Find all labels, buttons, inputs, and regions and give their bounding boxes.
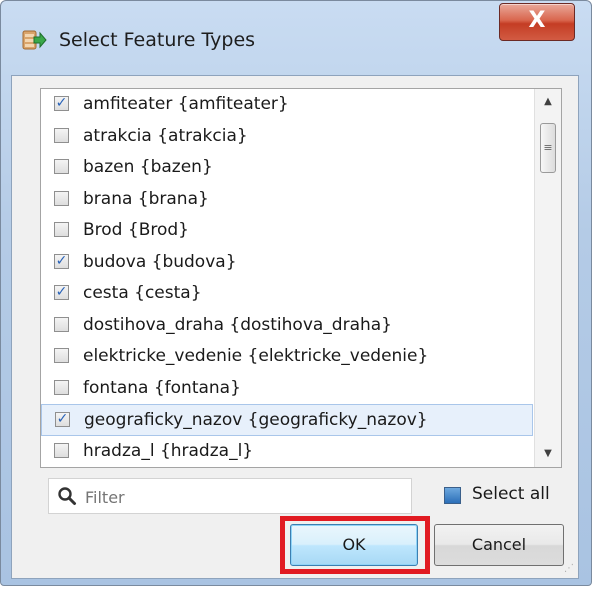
item-label: budova {budova} <box>83 251 237 272</box>
item-checkbox[interactable]: ✓ <box>54 285 69 300</box>
cancel-button[interactable]: Cancel <box>434 524 564 566</box>
scroll-thumb[interactable]: ≡ <box>540 123 556 173</box>
item-checkbox[interactable] <box>54 190 69 206</box>
window-title: Select Feature Types <box>59 29 256 51</box>
item-checkbox[interactable] <box>54 316 69 332</box>
item-checkbox[interactable] <box>54 159 69 174</box>
close-button[interactable]: X <box>499 3 575 41</box>
feature-type-list[interactable]: ✓ amfiteater {amfiteater} atrakcia {atrakc… <box>40 88 562 468</box>
select-all-label: Select all <box>472 484 550 504</box>
list-item[interactable]: elektricke_vedenie {elektricke_vedenie} <box>41 341 535 373</box>
vertical-scrollbar[interactable]: ▲ ≡ ▼ <box>534 89 561 467</box>
list-item[interactable]: hradza_l {hradza_l} <box>41 436 535 468</box>
select-all-box[interactable] <box>444 487 461 504</box>
item-label: brana {brana} <box>83 188 209 209</box>
filter-field[interactable] <box>48 478 412 515</box>
resize-grip-icon[interactable]: ⋰ <box>564 563 574 574</box>
list-item[interactable]: atrakcia {atrakcia} <box>41 121 535 153</box>
scroll-up-icon[interactable]: ▲ <box>535 89 561 115</box>
list-item[interactable]: Brod {Brod} <box>41 215 535 247</box>
item-label: dostihova_draha {dostihova_draha} <box>83 314 392 335</box>
item-checkbox[interactable]: ✓ <box>54 96 69 111</box>
list-item[interactable]: dostihova_draha {dostihova_draha} <box>41 310 535 342</box>
dialog-window: Select Feature Types X ✓ amfiteater {amfi… <box>0 0 592 586</box>
list-items: ✓ amfiteater {amfiteater} atrakcia {atrakc… <box>41 89 535 467</box>
item-label: elektricke_vedenie {elektricke_vedenie} <box>83 346 429 366</box>
item-label: hradza_l {hradza_l} <box>83 440 254 461</box>
item-checkbox[interactable] <box>54 379 69 395</box>
scroll-down-icon[interactable]: ▼ <box>535 441 561 467</box>
dialog-content: ✓ amfiteater {amfiteater} atrakcia {atrakc… <box>11 75 579 579</box>
title-bar[interactable]: Select Feature Types X <box>1 1 591 75</box>
list-item[interactable]: ✓ amfiteater {amfiteater} <box>41 89 535 121</box>
list-item[interactable]: ✓ geograficky_nazov {geograficky_nazov} <box>41 404 533 436</box>
item-label: fontana {fontana} <box>83 377 241 398</box>
list-item[interactable]: bazen {bazen} <box>41 152 535 184</box>
item-checkbox[interactable] <box>54 348 69 363</box>
list-item[interactable]: ✓ budova {budova} <box>41 247 535 279</box>
item-checkbox[interactable] <box>54 222 69 237</box>
item-label: geograficky_nazov {geograficky_nazov} <box>84 410 428 430</box>
item-checkbox[interactable] <box>54 442 69 458</box>
table-arrow-icon <box>22 30 47 50</box>
list-item[interactable]: brana {brana} <box>41 184 535 216</box>
filter-input[interactable] <box>83 479 407 515</box>
item-label: atrakcia {atrakcia} <box>83 125 248 146</box>
list-item[interactable]: ✓ cesta {cesta} <box>41 278 535 310</box>
item-label: Brod {Brod} <box>83 220 189 240</box>
item-checkbox[interactable]: ✓ <box>55 412 70 427</box>
item-checkbox[interactable] <box>54 127 69 143</box>
item-label: cesta {cesta} <box>83 283 202 303</box>
list-item[interactable]: fontana {fontana} <box>41 373 535 405</box>
item-checkbox[interactable]: ✓ <box>54 253 69 269</box>
ok-button[interactable]: OK <box>290 524 418 566</box>
search-icon <box>58 487 76 505</box>
item-label: amfiteater {amfiteater} <box>83 94 289 114</box>
item-label: bazen {bazen} <box>83 157 213 177</box>
